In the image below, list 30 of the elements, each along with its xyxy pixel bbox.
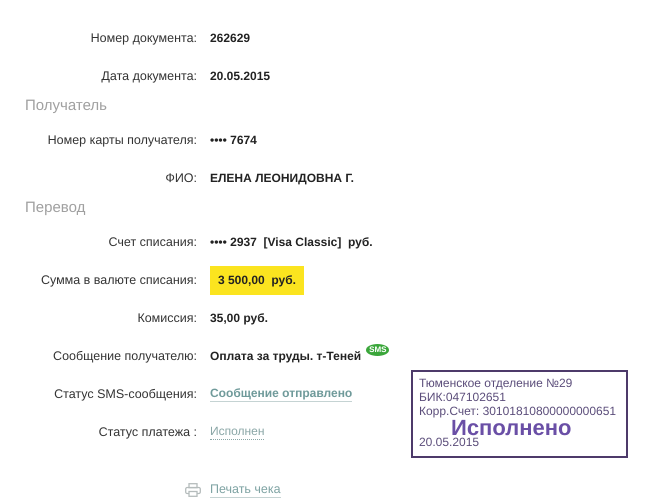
sms-badge: SMS [366, 344, 390, 356]
field-label: Номер карты получателя: [46, 133, 197, 147]
printer-icon[interactable] [185, 483, 201, 497]
field-label: ФИО: [164, 171, 197, 185]
field-label: Номер документа: [90, 31, 197, 45]
amount-highlight: 3 500,00 руб. [210, 266, 304, 294]
stamp-date: 20.05.2015 [419, 435, 480, 449]
field-label: Сумма в валюте списания: [40, 273, 197, 287]
field-value: Оплата за труды. т-Теней [210, 349, 362, 363]
field-value: •••• 7674 [210, 133, 257, 147]
field-value: ЕЛЕНА ЛЕОНИДОВНА Г. [210, 171, 354, 185]
field-label: Статус платежа : [98, 425, 197, 439]
stamp-mark: Исполнено [451, 418, 572, 438]
field-value: 35,00 руб. [210, 311, 268, 325]
field-label: Комиссия: [136, 311, 197, 325]
sms-status-link[interactable]: Сообщение отправлено [210, 386, 352, 402]
field-value: 20.05.2015 [210, 69, 270, 83]
field-label: Счет списания: [108, 235, 197, 249]
section-heading: Получатель [25, 96, 108, 116]
section-heading: Перевод [25, 198, 86, 218]
field-label: Статус SMS-сообщения: [53, 387, 197, 401]
payment-status[interactable]: Исполнен [210, 424, 264, 440]
field-value: 262629 [210, 31, 250, 45]
stamp-line: БИК:047102651 [419, 390, 507, 404]
field-label: Дата документа: [100, 69, 197, 83]
stamp-line: Корр.Счет: 30101810800000000651 [419, 404, 618, 418]
stamp-line: Тюменское отделение №29 [419, 376, 574, 390]
print-receipt-link[interactable]: Печать чека [210, 482, 281, 498]
field-value: •••• 2937 [Visa Classic] руб. [210, 235, 373, 249]
field-label: Сообщение получателю: [52, 349, 197, 363]
